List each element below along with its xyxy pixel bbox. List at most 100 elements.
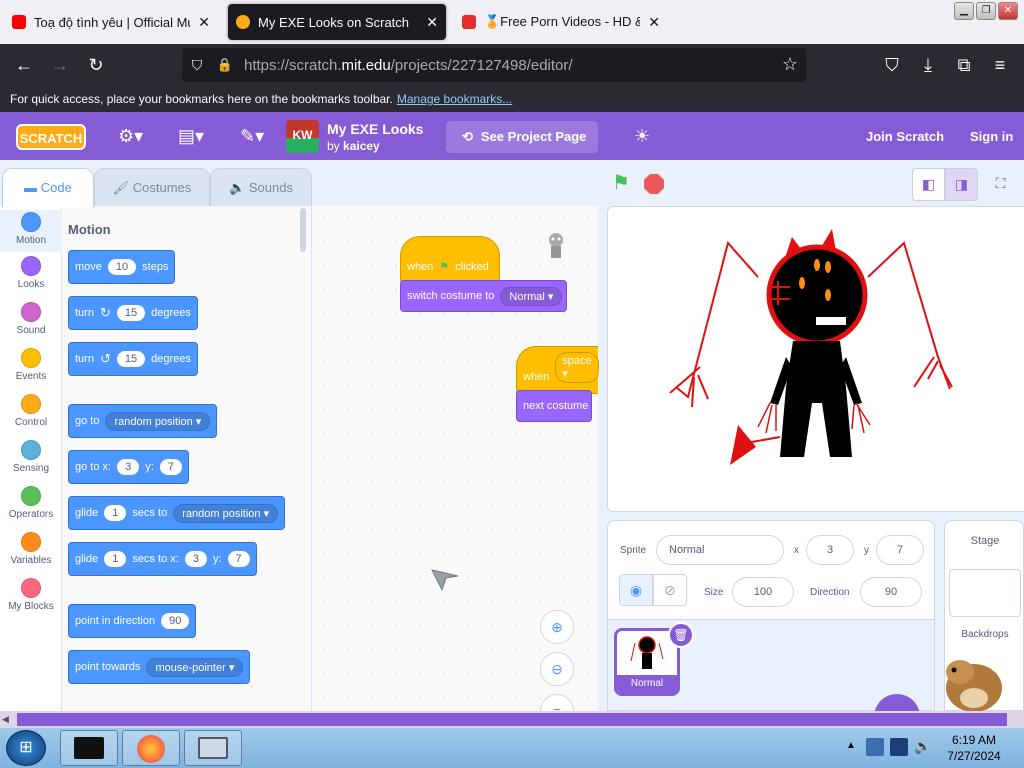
zoom-in-button[interactable]: ⊕ <box>540 610 574 644</box>
category-sound[interactable]: Sound <box>0 302 62 336</box>
when-flag-clicked-block[interactable]: when ⚑ clicked <box>400 236 500 284</box>
key-dropdown[interactable]: space ▾ <box>555 352 599 383</box>
backdrop-thumbnail[interactable] <box>949 569 1021 617</box>
category-motion[interactable]: Motion <box>0 210 62 252</box>
target-dropdown[interactable]: random position ▾ <box>105 411 211 431</box>
close-tab-icon[interactable]: ✕ <box>198 14 210 31</box>
switch-costume-block[interactable]: switch costume to Normal ▾ <box>400 280 567 312</box>
scroll-left-icon[interactable]: ◀ <box>2 714 9 725</box>
cursor-arrow-icon <box>431 569 459 592</box>
close-window-button[interactable]: ✕ <box>998 2 1018 20</box>
join-scratch-link[interactable]: Join Scratch <box>866 129 944 144</box>
shield-icon[interactable]: ⛉ <box>182 57 212 74</box>
restore-button[interactable]: ❐ <box>976 2 996 20</box>
control-dot-icon <box>21 394 41 414</box>
point-in-direction-block[interactable]: point in direction 90 <box>68 604 197 638</box>
scratch-logo[interactable]: SCRATCH <box>16 124 86 150</box>
tab-costumes[interactable]: 🖌 Costumes <box>94 168 210 206</box>
star-icon[interactable]: ☆ <box>782 54 798 75</box>
lock-icon[interactable]: 🔒 <box>212 57 238 73</box>
tab-scratch[interactable]: My EXE Looks on Scratch ✕ <box>228 4 446 40</box>
tray-expand-icon[interactable]: ▲ <box>846 740 856 751</box>
back-icon[interactable]: ← <box>6 55 42 76</box>
direction-input[interactable]: 90 <box>860 577 922 607</box>
category-variables[interactable]: Variables <box>0 532 62 566</box>
taskbar-app-firefox[interactable] <box>122 730 180 766</box>
move-block[interactable]: move 10 steps <box>68 250 176 284</box>
taskbar-app-computer[interactable] <box>184 730 242 766</box>
go-to-xy-block[interactable]: go to x: 3 y: 7 <box>68 450 189 484</box>
hide-sprite-button[interactable]: ⊘ <box>653 574 687 606</box>
theme-bulb-icon[interactable]: ☀ <box>634 126 650 147</box>
green-flag-button[interactable]: ⚑ <box>612 172 634 194</box>
category-my-blocks[interactable]: My Blocks <box>0 578 62 612</box>
minimize-button[interactable]: ▁ <box>954 2 974 20</box>
tab-code[interactable]: ▬ Code <box>2 168 94 208</box>
stage-title: Stage <box>970 535 1000 547</box>
url-bar[interactable]: ⛉ 🔒 https://scratch.mit.edu/projects/227… <box>182 48 806 82</box>
next-costume-block[interactable]: next costume <box>516 390 592 422</box>
youtube-icon <box>12 15 26 29</box>
sprite-label: Sprite <box>620 545 647 556</box>
volume-icon[interactable]: 🔊 <box>914 738 931 755</box>
point-towards-block[interactable]: point towards mouse-pointer ▾ <box>68 650 251 684</box>
tray-app-icon[interactable] <box>866 738 884 756</box>
menu-icon[interactable]: ≡ <box>982 55 1018 76</box>
reload-icon[interactable]: ↻ <box>78 55 114 76</box>
delete-sprite-icon[interactable]: 🗑 <box>668 622 694 648</box>
category-events[interactable]: Events <box>0 348 62 382</box>
tab-other[interactable]: 🏅Free Porn Videos - HD & VR S ✕ <box>454 4 668 40</box>
size-input[interactable]: 100 <box>732 577 794 607</box>
manage-bookmarks-link[interactable]: Manage bookmarks... <box>397 92 512 106</box>
tab-sounds[interactable]: 🔈 Sounds <box>210 168 312 206</box>
close-tab-icon[interactable]: ✕ <box>426 14 438 31</box>
turn-left-block[interactable]: turn ↺ 15 degrees <box>68 342 198 376</box>
small-stage-button[interactable]: ◧ <box>912 168 945 201</box>
motion-dot-icon <box>21 212 41 232</box>
settings-menu-icon[interactable]: ⚙▾ <box>118 124 143 148</box>
see-project-page-button[interactable]: ⟲ See Project Page <box>446 121 598 153</box>
download-icon[interactable]: ⤓ <box>910 55 946 76</box>
taskbar-app-terminal[interactable] <box>60 730 118 766</box>
project-thumbnail[interactable]: KW <box>286 120 319 153</box>
glide-block[interactable]: glide 1 secs to random position ▾ <box>68 496 286 530</box>
file-menu-icon[interactable]: ▤▾ <box>178 124 204 148</box>
x-input[interactable]: 3 <box>806 535 854 565</box>
zoom-out-button[interactable]: ⊖ <box>540 652 574 686</box>
target-dropdown[interactable]: random position ▾ <box>173 503 279 523</box>
stop-button[interactable] <box>644 174 664 194</box>
glide-xy-block[interactable]: glide 1 secs to x: 3 y: 7 <box>68 542 257 576</box>
close-tab-icon[interactable]: ✕ <box>648 14 660 31</box>
palette-scrollbar[interactable] <box>300 208 306 252</box>
start-button[interactable]: ⊞ <box>6 730 46 766</box>
when-key-pressed-block[interactable]: when space ▾ <box>516 346 599 394</box>
page-horizontal-scrollbar[interactable]: ◀ <box>0 711 1024 728</box>
target-dropdown[interactable]: mouse-pointer ▾ <box>146 657 244 677</box>
go-to-block[interactable]: go to random position ▾ <box>68 404 218 438</box>
rotate-right-icon: ↻ <box>99 305 111 320</box>
tab-music[interactable]: Toạ độ tình yêu | Official Music ✕ <box>4 4 218 40</box>
scrollbar-thumb[interactable] <box>17 713 1007 726</box>
category-operators[interactable]: Operators <box>0 486 62 520</box>
network-icon[interactable] <box>890 738 908 756</box>
script-workspace[interactable]: when ⚑ clicked switch costume to Normal ▾ w… <box>312 206 599 719</box>
pocket-icon[interactable]: ⛉ <box>874 55 910 76</box>
turn-right-block[interactable]: turn ↻ 15 degrees <box>68 296 198 330</box>
show-sprite-button[interactable]: ◉ <box>619 574 653 606</box>
taskbar-clock[interactable]: 6:19 AM 7/27/2024 <box>944 732 1004 764</box>
speaker-icon: 🔈 <box>229 180 249 195</box>
y-input[interactable]: 7 <box>876 535 924 565</box>
category-looks[interactable]: Looks <box>0 256 62 290</box>
category-sensing[interactable]: Sensing <box>0 440 62 474</box>
sign-in-link[interactable]: Sign in <box>970 129 1013 144</box>
normal-stage-button[interactable]: ◨ <box>945 168 978 201</box>
edit-menu-icon[interactable]: ✎▾ <box>240 124 264 148</box>
category-control[interactable]: Control <box>0 394 62 428</box>
block-palette: Motion move 10 steps turn ↻ 15 degrees turn ↺ 1… <box>62 206 312 711</box>
sprite-name-input[interactable]: Normal <box>656 535 784 565</box>
fullscreen-button[interactable]: ⛶ <box>984 168 1017 201</box>
stage-canvas[interactable] <box>607 206 1024 512</box>
forward-icon[interactable]: → <box>42 55 78 76</box>
costume-dropdown[interactable]: Normal ▾ <box>500 286 563 306</box>
extensions-icon[interactable]: ⧉ <box>946 55 982 76</box>
